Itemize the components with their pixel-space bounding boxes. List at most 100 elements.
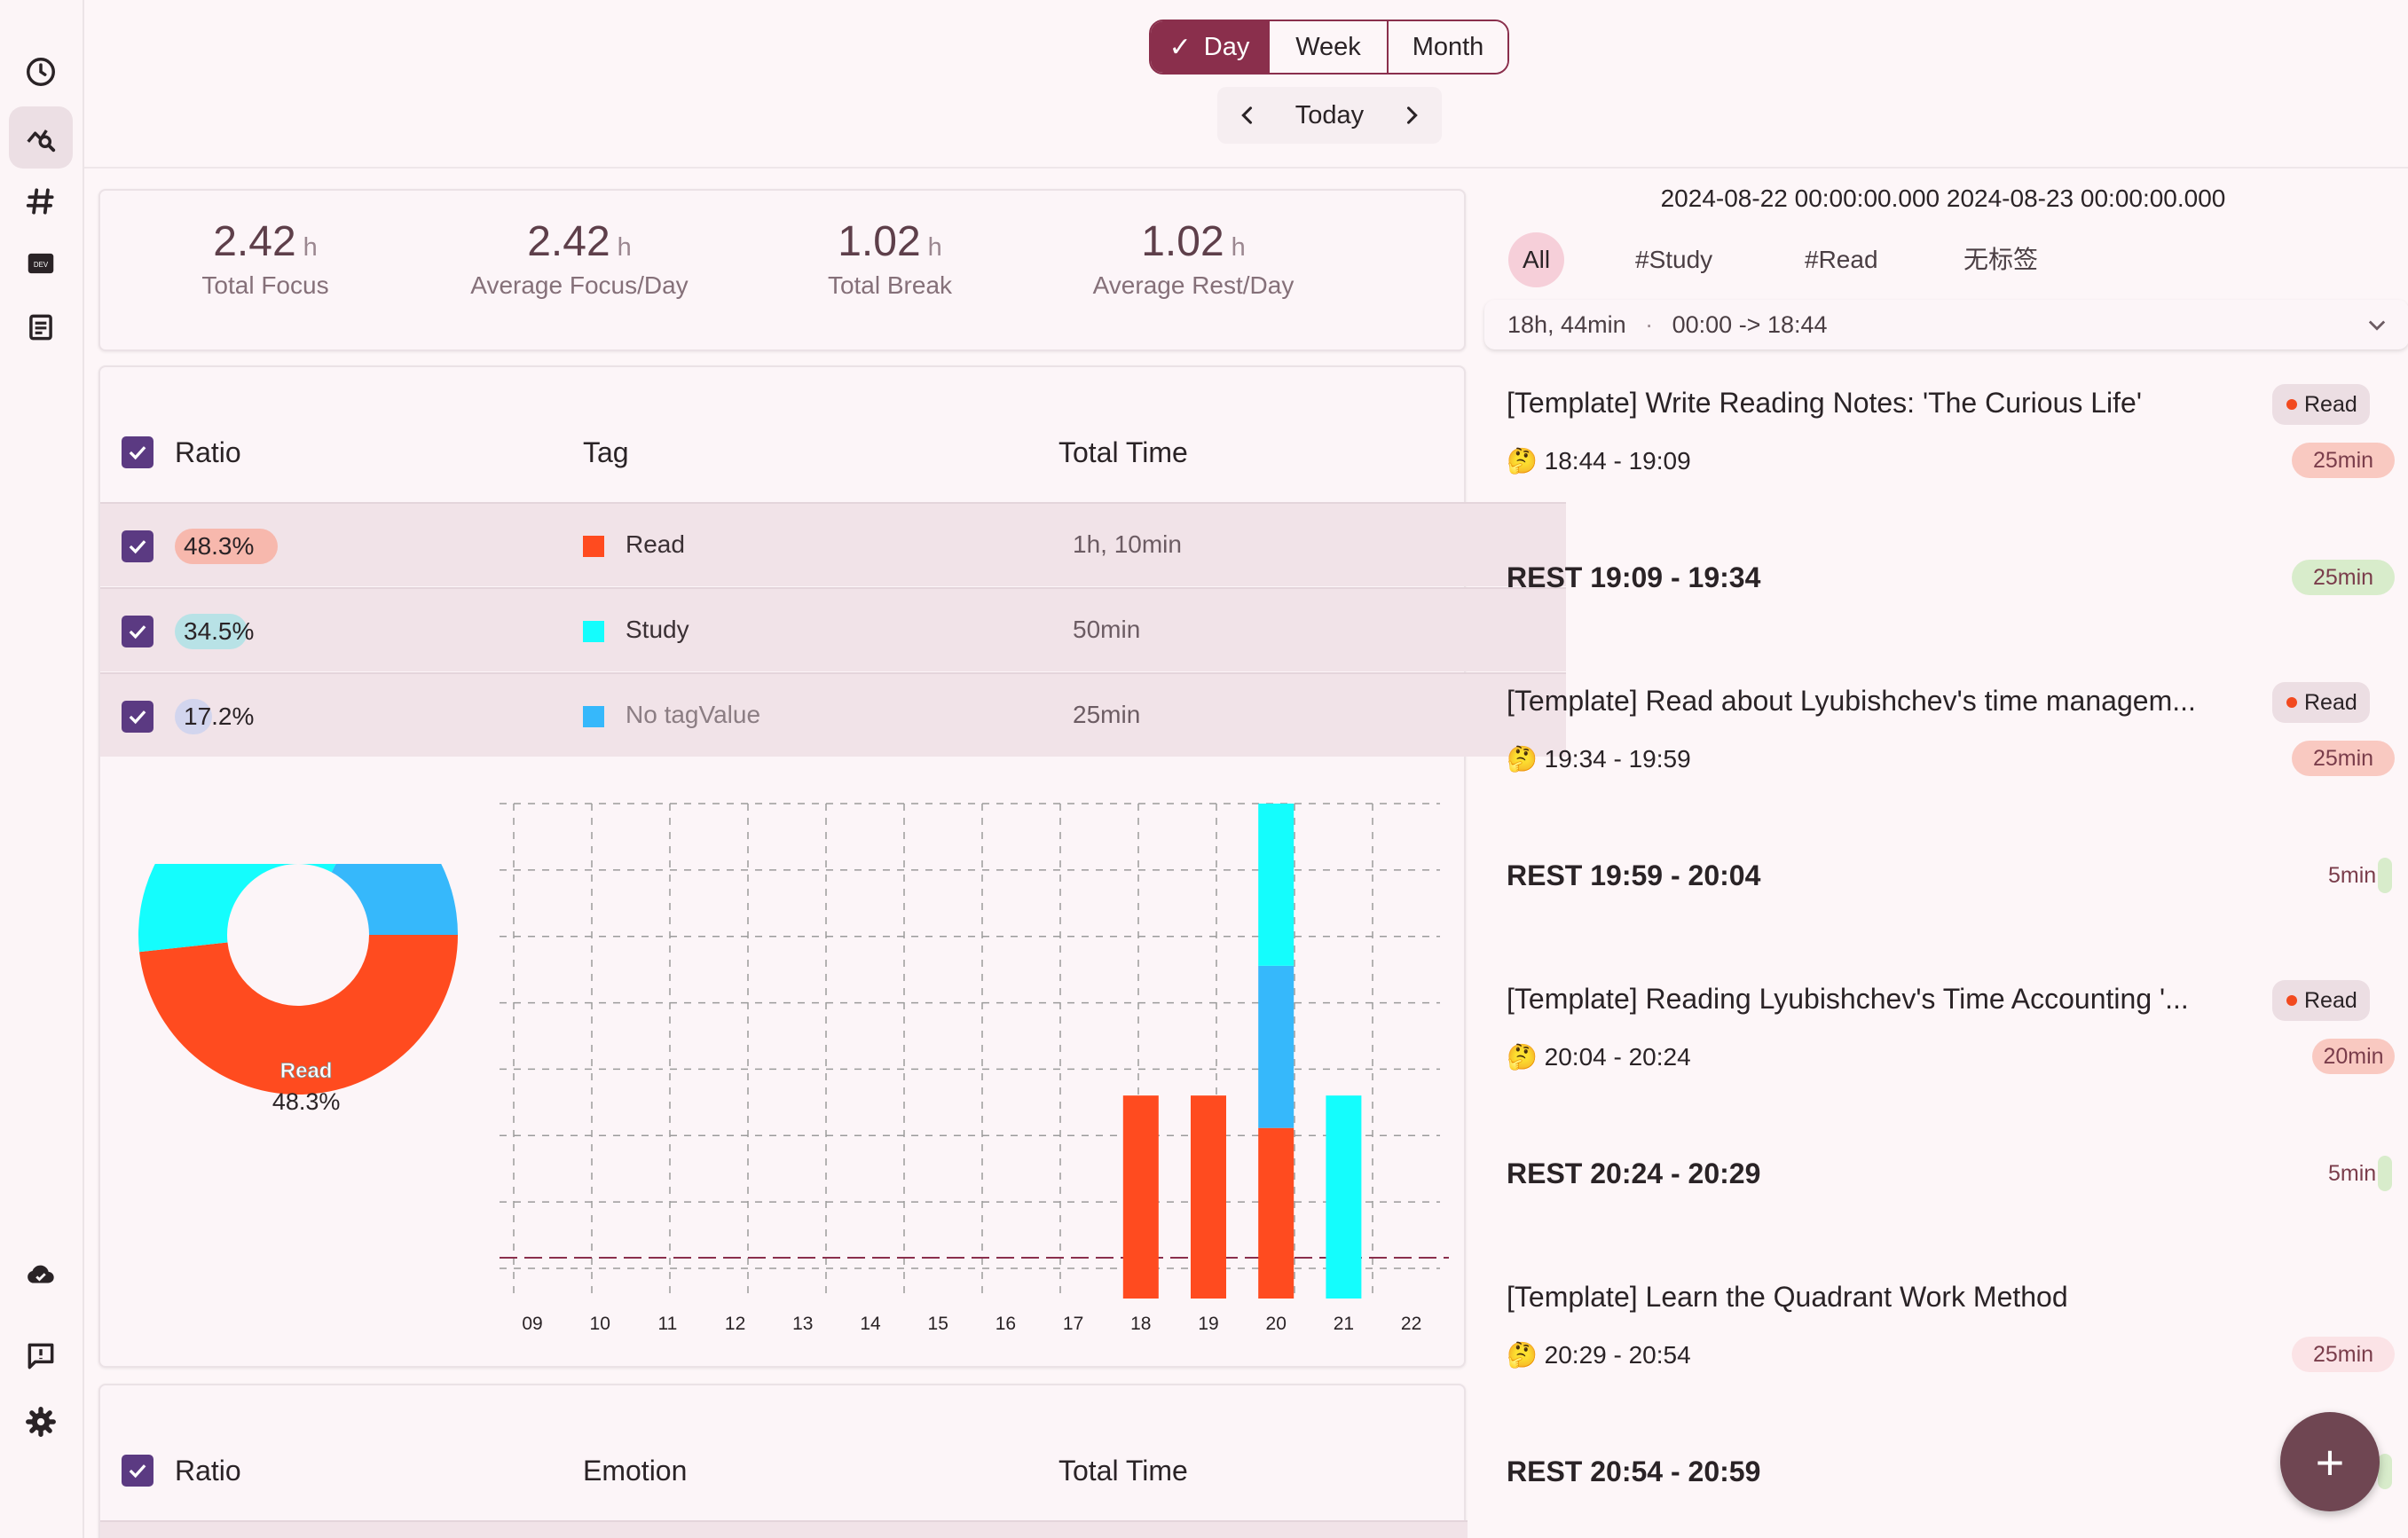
stat-value: 2.42: [213, 218, 296, 265]
total-time-header[interactable]: Total Time: [1058, 436, 1188, 469]
entry-title[interactable]: [Template] Learn the Quadrant Work Metho…: [1507, 1281, 2068, 1314]
total-time: 50min: [1073, 616, 1141, 643]
idle-span: 00:00 -> 18:44: [1672, 311, 1828, 338]
total-time-header[interactable]: Total Time: [1058, 1455, 1188, 1487]
add-record-button[interactable]: +: [2280, 1412, 2380, 1511]
chevron-down-icon[interactable]: [2365, 312, 2389, 337]
row-checkbox[interactable]: [122, 530, 153, 562]
x-tick-label: 12: [725, 1314, 745, 1334]
feedback-icon: [28, 1343, 54, 1369]
timer-nav-button[interactable]: [9, 41, 73, 103]
ratio-pill: 48.3%: [175, 529, 278, 564]
tag-header[interactable]: Tag: [583, 436, 629, 469]
ratio-header[interactable]: Ratio: [175, 1455, 241, 1487]
emotion-emoji: 🤔: [1507, 1043, 1538, 1071]
emotion-emoji: 🤔: [1507, 745, 1538, 773]
duration-badge: 25min: [2292, 1337, 2395, 1372]
stat-unit: h: [617, 233, 632, 262]
stat-label: Average Focus/Day: [470, 271, 689, 299]
bar-segment: [1258, 1127, 1294, 1258]
ratio-header[interactable]: Ratio: [175, 436, 241, 469]
tag-chip-read[interactable]: Read: [2272, 682, 2370, 723]
date-range-label: 2024-08-22 00:00:00.000 2024-08-23 00:00…: [1660, 184, 2226, 212]
filter-study[interactable]: #Study: [1621, 232, 1727, 287]
gear-icon: [26, 1407, 56, 1437]
notes-nav-button[interactable]: [9, 296, 73, 358]
filter-all[interactable]: All: [1508, 232, 1565, 287]
duration-bar: [2378, 1454, 2392, 1489]
x-tick-label: 22: [1401, 1314, 1421, 1334]
rest-entry-title[interactable]: REST 19:09 - 19:34: [1507, 561, 1760, 594]
idle-range-summary[interactable]: 18h, 44min · 00:00 -> 18:44: [1484, 300, 2408, 349]
tab-day[interactable]: ✓ Day: [1151, 21, 1270, 73]
statistics-nav-button[interactable]: [9, 106, 73, 169]
stat-value: 1.02: [1141, 218, 1224, 265]
chevron-right-icon[interactable]: [1399, 103, 1424, 128]
total-time: 1h, 10min: [1073, 530, 1182, 558]
entry-title[interactable]: [Template] Write Reading Notes: 'The Cur…: [1507, 387, 2142, 420]
header: ✓ Day Week Month Today: [84, 0, 2408, 169]
tab-day-label: Day: [1203, 32, 1250, 61]
entry-time: 20:29 - 20:54: [1544, 1341, 1691, 1369]
cloud-done-icon: [28, 1265, 54, 1283]
x-tick-label: 19: [1198, 1314, 1218, 1334]
stat-unit: h: [303, 233, 318, 262]
filter-read[interactable]: #Read: [1790, 232, 1893, 287]
ratio-pill: 17.2%: [175, 699, 254, 734]
emotion-header[interactable]: Emotion: [583, 1455, 687, 1487]
feedback-button[interactable]: [9, 1325, 73, 1387]
rest-entry-title[interactable]: REST 20:24 - 20:29: [1507, 1157, 1760, 1190]
tab-week[interactable]: Week: [1270, 21, 1389, 73]
document-icon: [29, 314, 52, 341]
table-row[interactable]: 48.3% Read 1h, 10min: [100, 502, 1566, 586]
pie-slice: [138, 864, 336, 953]
bar-segment: [1326, 1095, 1362, 1258]
x-tick-label: 10: [590, 1314, 610, 1334]
sidebar: DEV: [0, 0, 84, 1538]
stat-label: Total Break: [827, 271, 953, 299]
cloud-sync-button[interactable]: [9, 1244, 73, 1306]
select-all-emotions-checkbox[interactable]: [122, 1455, 153, 1487]
dev-nav-button[interactable]: DEV: [9, 232, 73, 294]
select-all-checkbox[interactable]: [122, 436, 153, 468]
stat-unit: h: [927, 233, 942, 262]
entry-title[interactable]: [Template] Read about Lyubishchev's time…: [1507, 685, 2196, 718]
emotion-breakdown-card: Ratio Emotion Total Time: [98, 1384, 1468, 1538]
chevron-left-icon[interactable]: [1235, 103, 1260, 128]
check-icon: ✓: [1169, 32, 1192, 62]
tab-week-label: Week: [1295, 32, 1361, 61]
today-label[interactable]: Today: [1295, 101, 1364, 130]
period-selector: ✓ Day Week Month: [1149, 20, 1509, 75]
x-tick-label: 11: [657, 1314, 677, 1334]
stat-value: 1.02: [838, 218, 921, 265]
summary-stats-card: 2.42 h Total Focus 2.42 h Average Focus/Da…: [98, 189, 1466, 351]
filter-untagged[interactable]: 无标签: [1949, 232, 2052, 287]
tag-color-swatch: [583, 706, 604, 727]
tags-nav-button[interactable]: [9, 170, 73, 232]
tab-month[interactable]: Month: [1389, 21, 1507, 73]
pie-slice-label: Read: [280, 1059, 333, 1083]
tag-color-swatch: [583, 536, 604, 557]
stat-total-focus: 2.42 h Total Focus: [123, 191, 407, 300]
rest-entry-title[interactable]: REST 20:54 - 20:59: [1507, 1456, 1760, 1488]
entry-title[interactable]: [Template] Reading Lyubishchev's Time Ac…: [1507, 983, 2189, 1016]
table-row[interactable]: 17.2% No tagValue 25min: [100, 672, 1566, 757]
x-tick-label: 18: [1130, 1314, 1151, 1334]
stat-average-focus: 2.42 h Average Focus/Day: [437, 191, 721, 300]
row-checkbox[interactable]: [122, 701, 153, 733]
settings-button[interactable]: [9, 1391, 73, 1453]
clock-icon: [27, 58, 55, 86]
tag-chip-read[interactable]: Read: [2272, 980, 2370, 1021]
idle-duration: 18h, 44min: [1507, 311, 1626, 338]
total-time: 25min: [1073, 701, 1141, 728]
row-checkbox[interactable]: [122, 616, 153, 647]
duration-badge: 25min: [2292, 443, 2395, 478]
table-row[interactable]: 34.5% Study 50min: [100, 587, 1566, 671]
svg-text:DEV: DEV: [34, 261, 49, 269]
tag-chip-read[interactable]: Read: [2272, 384, 2370, 425]
bar-segment: [1258, 965, 1294, 1128]
rest-entry-title[interactable]: REST 19:59 - 20:04: [1507, 859, 1760, 892]
bar-base: [1122, 1258, 1159, 1299]
date-navigator: Today: [1217, 87, 1442, 144]
tag-name: No tagValue: [626, 701, 761, 728]
